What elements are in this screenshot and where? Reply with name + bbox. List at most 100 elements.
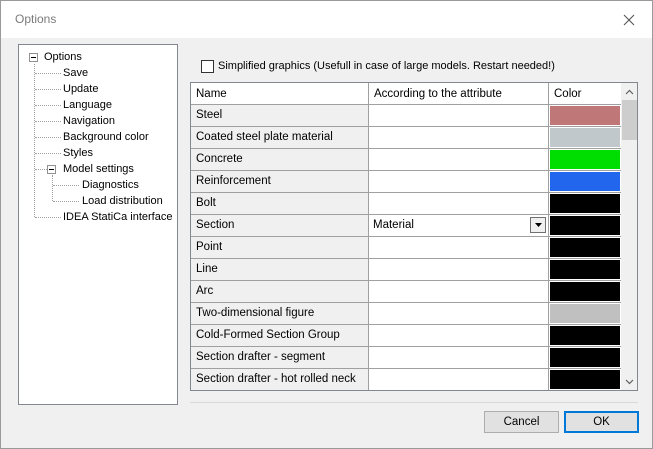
table-row[interactable]: Section drafter - segment <box>191 347 621 369</box>
color-cell[interactable] <box>549 149 621 171</box>
table-row[interactable]: Section drafter - hot rolled neck <box>191 369 621 390</box>
styles-grid[interactable]: Name According to the attribute Color St… <box>190 82 638 391</box>
tree-item-language[interactable]: Language <box>63 97 112 113</box>
color-swatch <box>550 150 620 169</box>
tree-item-styles[interactable]: Styles <box>63 145 93 161</box>
ok-button[interactable]: OK <box>564 411 639 433</box>
table-row[interactable]: Bolt <box>191 193 621 215</box>
color-cell[interactable] <box>549 347 621 369</box>
cell-attribute[interactable] <box>369 325 549 347</box>
color-cell[interactable] <box>549 259 621 281</box>
attribute-value: Material <box>373 219 414 231</box>
cell-attribute[interactable] <box>369 105 549 127</box>
cell-attribute[interactable] <box>369 259 549 281</box>
options-tree[interactable]: Options Save Update Language Navigation … <box>18 44 178 405</box>
tree-item-idea-statica-interface[interactable]: IDEA StatiCa interface <box>63 209 172 225</box>
tree-item-background-color[interactable]: Background color <box>63 129 149 145</box>
cell-name: Two-dimensional figure <box>191 303 369 325</box>
cell-attribute[interactable] <box>369 149 549 171</box>
collapse-options-icon[interactable] <box>29 53 38 62</box>
cell-name: Concrete <box>191 149 369 171</box>
color-cell[interactable] <box>549 171 621 193</box>
color-cell[interactable] <box>549 215 621 237</box>
color-cell[interactable] <box>549 127 621 149</box>
color-swatch <box>550 282 620 301</box>
column-header-name[interactable]: Name <box>191 83 369 105</box>
tree-item-navigation[interactable]: Navigation <box>63 113 115 129</box>
table-row[interactable]: Arc <box>191 281 621 303</box>
color-swatch <box>550 106 620 125</box>
attribute-select[interactable]: Material <box>369 215 549 237</box>
cell-name: Cold-Formed Section Group <box>191 325 369 347</box>
cell-attribute[interactable] <box>369 171 549 193</box>
tree-item-load-distribution[interactable]: Load distribution <box>82 193 163 209</box>
cell-attribute[interactable] <box>369 347 549 369</box>
scroll-thumb[interactable] <box>622 100 637 140</box>
close-icon <box>623 14 635 25</box>
cell-attribute[interactable] <box>369 127 549 149</box>
chevron-down-icon <box>625 379 634 384</box>
cell-attribute[interactable] <box>369 303 549 325</box>
cell-name: Steel <box>191 105 369 127</box>
table-row[interactable]: Reinforcement <box>191 171 621 193</box>
cell-name: Point <box>191 237 369 259</box>
table-row[interactable]: Section Material <box>191 215 621 237</box>
color-cell[interactable] <box>549 193 621 215</box>
checkbox-box[interactable] <box>201 59 214 73</box>
color-cell[interactable] <box>549 325 621 347</box>
cell-name: Reinforcement <box>191 171 369 193</box>
cell-attribute[interactable] <box>369 281 549 303</box>
close-button[interactable] <box>606 1 652 38</box>
simplified-graphics-checkbox[interactable]: Simplified graphics (Usefull in case of … <box>201 58 555 74</box>
column-header-attribute[interactable]: According to the attribute <box>369 83 549 105</box>
cell-name: Section drafter - segment <box>191 347 369 369</box>
color-swatch <box>550 216 620 235</box>
table-row[interactable]: Coated steel plate material <box>191 127 621 149</box>
color-cell[interactable] <box>549 369 621 390</box>
title-bar: Options <box>1 1 652 38</box>
chevron-up-icon <box>625 89 634 94</box>
tree-item-diagnostics[interactable]: Diagnostics <box>82 177 139 193</box>
scroll-down-arrow[interactable] <box>621 373 637 390</box>
window-title: Options <box>15 12 57 26</box>
cell-attribute[interactable] <box>369 193 549 215</box>
table-row[interactable]: Line <box>191 259 621 281</box>
column-header-color[interactable]: Color <box>549 83 621 105</box>
cell-name: Arc <box>191 281 369 303</box>
table-row[interactable]: Concrete <box>191 149 621 171</box>
color-swatch <box>550 238 620 257</box>
tree-item-update[interactable]: Update <box>63 81 98 97</box>
dropdown-button[interactable] <box>530 217 546 233</box>
cell-attribute[interactable] <box>369 237 549 259</box>
tree-item-model-settings[interactable]: Model settings <box>63 161 134 177</box>
vertical-scrollbar[interactable] <box>621 83 637 390</box>
table-row[interactable]: Steel <box>191 105 621 127</box>
color-cell[interactable] <box>549 303 621 325</box>
tree-item-options[interactable]: Options <box>44 49 82 65</box>
options-dialog: Options Options Save Update Language Nav… <box>0 0 653 449</box>
cell-attribute[interactable] <box>369 369 549 390</box>
collapse-model-settings-icon[interactable] <box>47 165 56 174</box>
color-swatch <box>550 370 620 389</box>
cell-name: Coated steel plate material <box>191 127 369 149</box>
chevron-down-icon <box>534 223 542 227</box>
color-swatch <box>550 194 620 213</box>
color-cell[interactable] <box>549 237 621 259</box>
tree-item-save[interactable]: Save <box>63 65 88 81</box>
separator <box>190 402 638 403</box>
color-swatch <box>550 128 620 147</box>
color-swatch <box>550 260 620 279</box>
cell-name: Bolt <box>191 193 369 215</box>
table-row[interactable]: Two-dimensional figure <box>191 303 621 325</box>
color-cell[interactable] <box>549 281 621 303</box>
table-row[interactable]: Point <box>191 237 621 259</box>
cell-name: Line <box>191 259 369 281</box>
table-row[interactable]: Cold-Formed Section Group <box>191 325 621 347</box>
grid-header: Name According to the attribute Color <box>191 83 621 105</box>
simplified-graphics-label: Simplified graphics (Usefull in case of … <box>218 60 555 72</box>
scroll-up-arrow[interactable] <box>621 83 637 100</box>
color-swatch <box>550 304 620 323</box>
cell-name: Section <box>191 215 369 237</box>
color-cell[interactable] <box>549 105 621 127</box>
cancel-button[interactable]: Cancel <box>484 411 559 433</box>
